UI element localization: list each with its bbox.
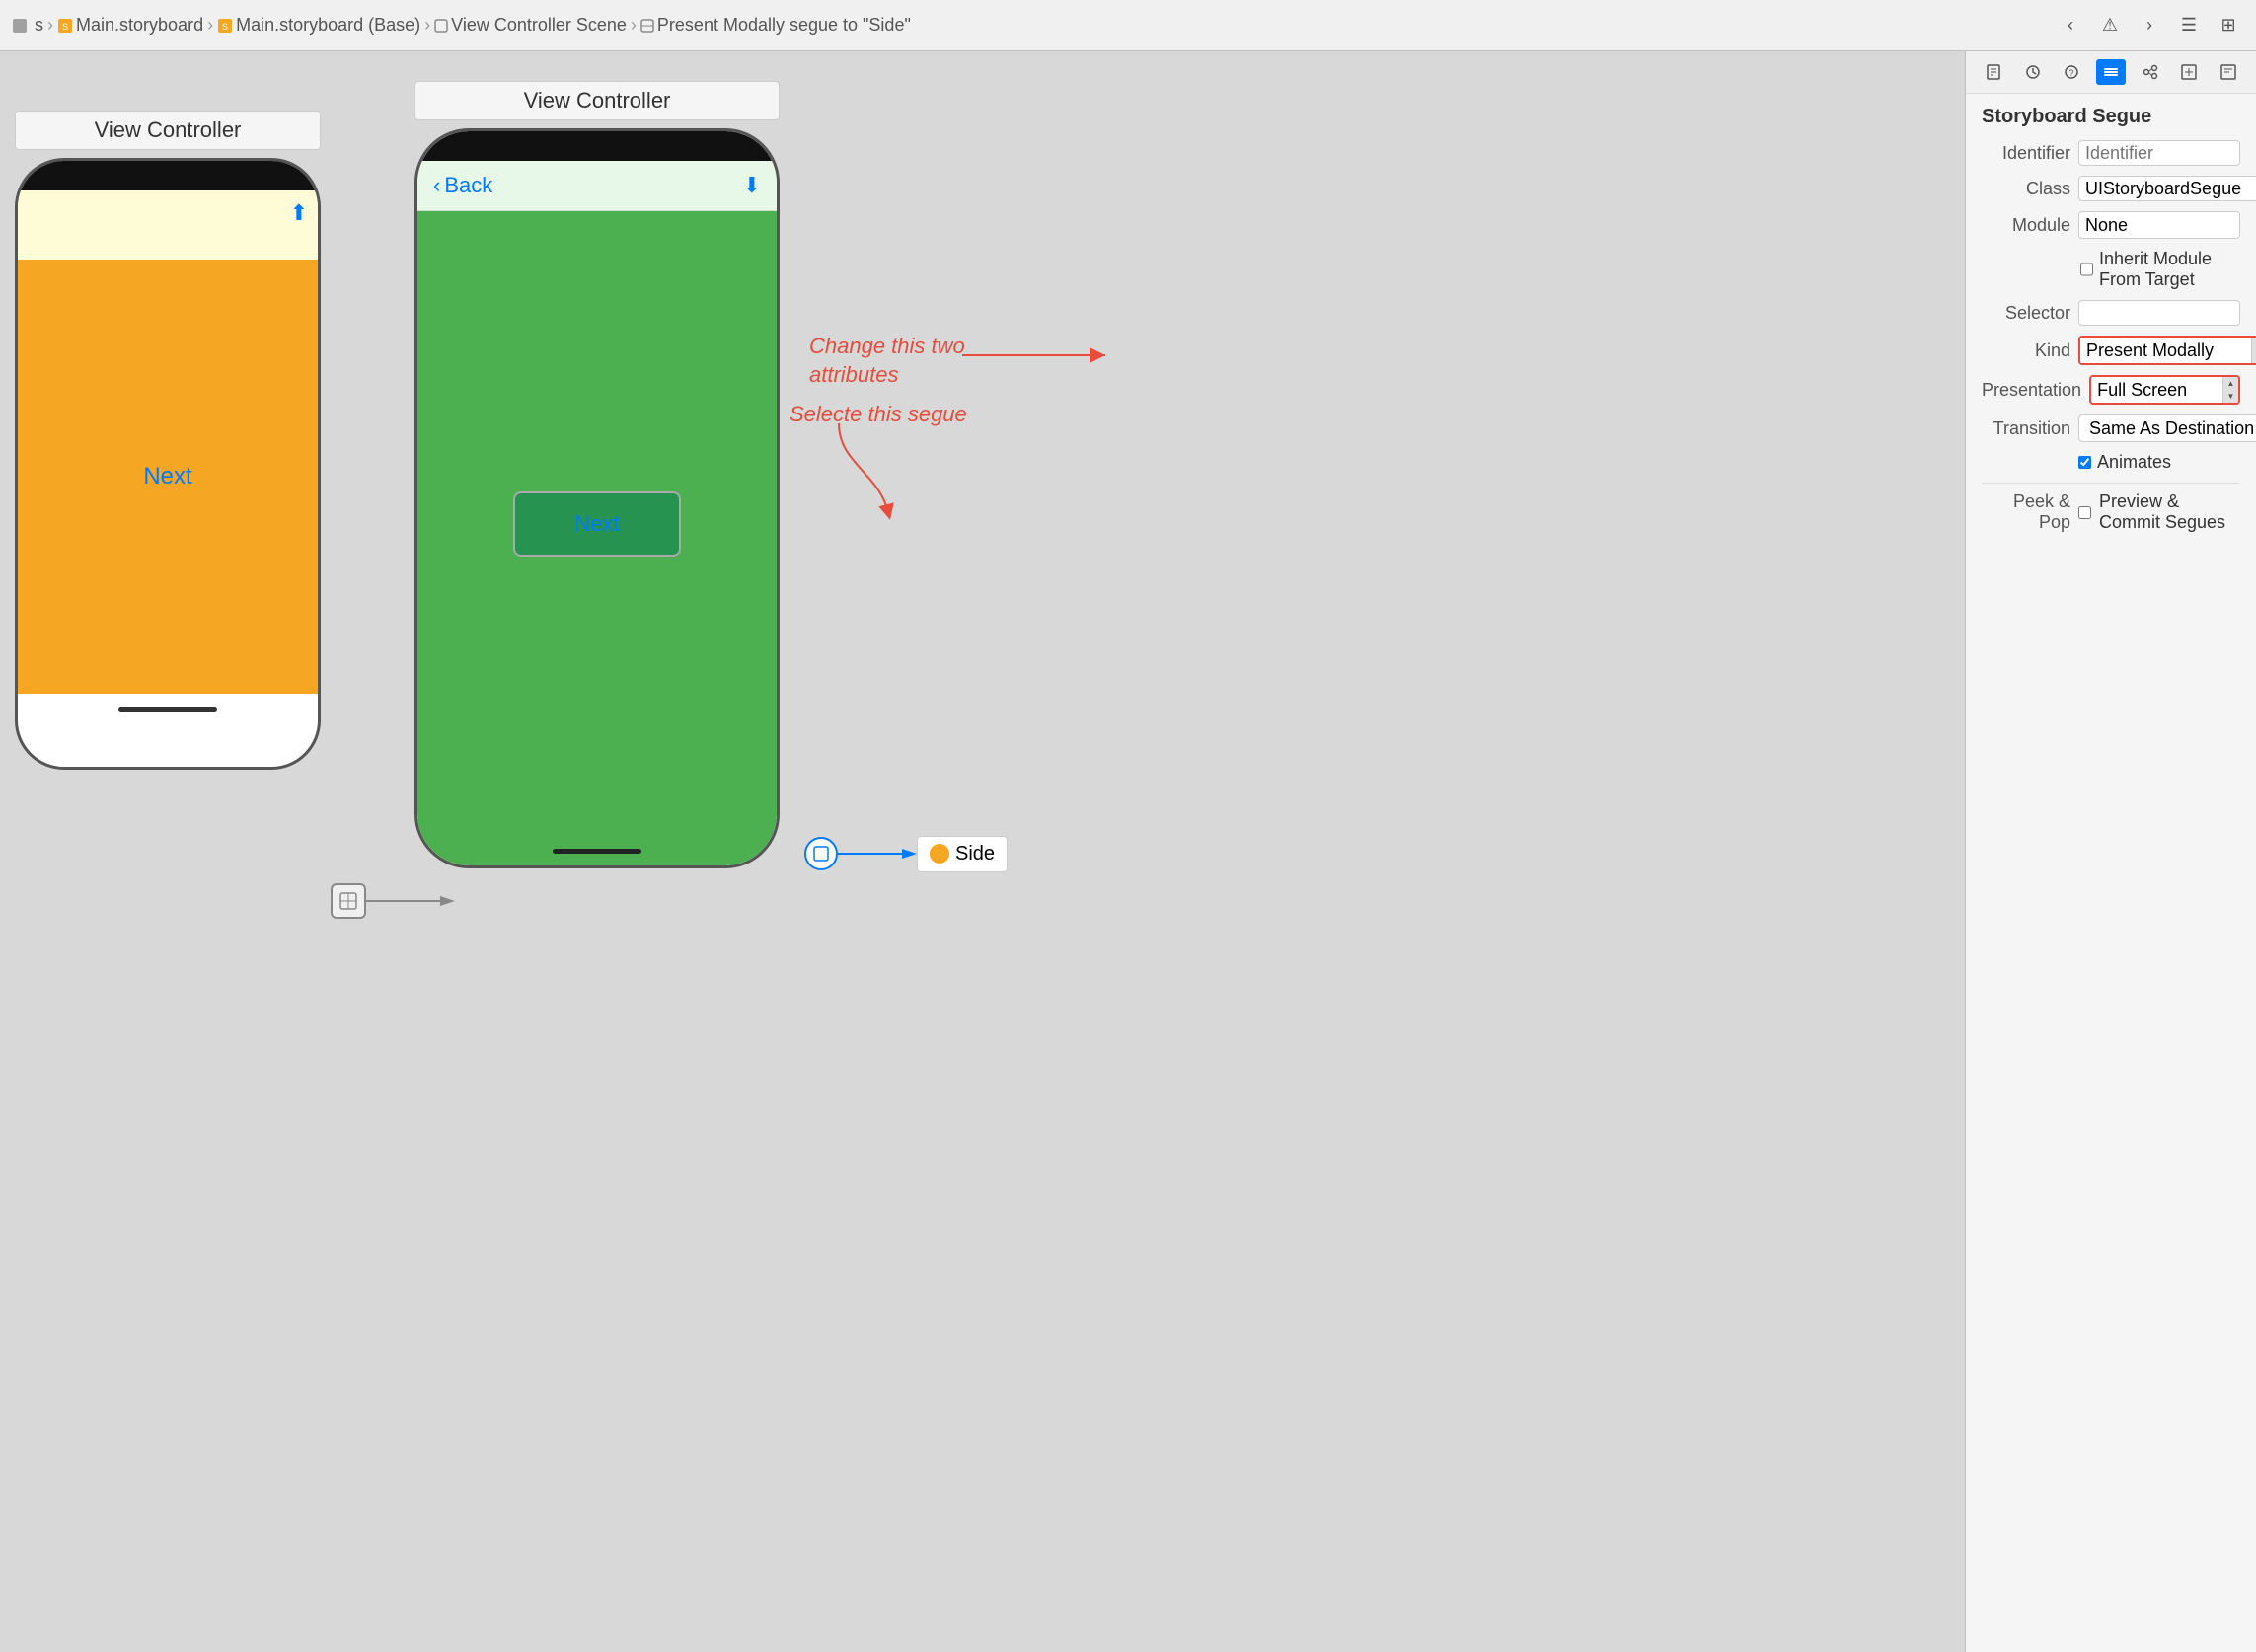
inherit-module-row: Inherit Module From Target xyxy=(1982,249,2240,290)
module-row: Module None xyxy=(1982,211,2240,239)
breadcrumb-sep-3: › xyxy=(631,15,637,36)
kind-select-wrapper: Present Modally Show Show Detail Present… xyxy=(2078,336,2256,365)
panel-content: Storyboard Segue Identifier Class ▲ ▼ xyxy=(1966,94,2256,1652)
segue-connector-1 xyxy=(331,883,455,919)
class-label: Class xyxy=(1982,179,2070,199)
forward-button[interactable]: › xyxy=(2134,12,2165,39)
identifier-label: Identifier xyxy=(1982,143,2070,164)
annotation-selecte: Selecte this segue xyxy=(790,402,967,427)
phone-1-orange: Next xyxy=(18,260,318,694)
side-label: Side xyxy=(955,843,995,865)
svg-text:?: ? xyxy=(2069,68,2074,78)
breadcrumb-sep-0: › xyxy=(47,15,53,36)
history-btn[interactable] xyxy=(2018,59,2048,85)
inherit-module-label[interactable]: Inherit Module From Target xyxy=(2099,249,2240,290)
annotation-change: Change this two attributes xyxy=(809,333,965,389)
module-select[interactable]: None xyxy=(2079,212,2239,238)
transition-row: Transition Same As Destination Cover Ver… xyxy=(1982,414,2240,442)
nav-right-icon: ⬇ xyxy=(743,173,761,198)
panel-button[interactable]: ⊞ xyxy=(2213,12,2244,39)
presentation-arrows: ▲ ▼ xyxy=(2222,377,2238,403)
presentation-label: Presentation xyxy=(1982,380,2081,401)
peek-label: Peek & Pop xyxy=(1982,491,2070,533)
kind-label: Kind xyxy=(1982,340,2070,361)
identifier-input[interactable] xyxy=(2078,140,2240,166)
back-btn: ‹ Back xyxy=(433,173,492,198)
right-panel: ? Storyboard Segue Identifier xyxy=(1965,51,2256,1652)
breadcrumb-item-3[interactable]: View Controller Scene xyxy=(434,15,627,36)
breadcrumb-sep-1: › xyxy=(207,15,213,36)
breadcrumb-item-4[interactable]: Present Modally segue to "Side" xyxy=(640,15,911,36)
phone-frame-2: ‹ Back ⬇ Next xyxy=(414,128,780,868)
annotation-arrow-2 xyxy=(829,423,908,522)
module-label: Module xyxy=(1982,215,2070,236)
next-text: Next xyxy=(143,463,191,490)
menu-button[interactable]: ☰ xyxy=(2173,12,2205,39)
kind-arrow-up[interactable]: ▲ xyxy=(2252,338,2256,350)
annotation-arrow-1 xyxy=(962,340,1120,370)
kind-select[interactable]: Present Modally Show Show Detail Present… xyxy=(2080,338,2251,363)
toolbar-right: ‹ ⚠ › ☰ ⊞ xyxy=(2055,12,2244,39)
phone-2-content: Next xyxy=(417,211,777,836)
breadcrumb-item-2[interactable]: S Main.storyboard (Base) xyxy=(217,15,420,36)
section-divider xyxy=(1982,483,2240,484)
identifier-row: Identifier xyxy=(1982,140,2240,166)
segue-connector-2: Side xyxy=(804,836,1008,872)
presentation-select[interactable]: Full Screen Automatic Page Sheet Form Sh… xyxy=(2091,377,2222,403)
animates-row: Animates xyxy=(1982,452,2240,473)
breadcrumb-sep-2: › xyxy=(424,15,430,36)
presentation-arrow-down[interactable]: ▼ xyxy=(2223,390,2238,403)
annotation-change-text: Change this two attributes xyxy=(809,333,965,389)
vc2-wrapper: View Controller ‹ Back ⬇ Next xyxy=(414,81,780,868)
breadcrumb-item-0[interactable]: s xyxy=(12,15,43,36)
back-button[interactable]: ‹ xyxy=(2055,12,2086,39)
peek-row: Peek & Pop Preview & Commit Segues xyxy=(1982,491,2240,533)
presentation-row: Presentation Full Screen Automatic Page … xyxy=(1982,375,2240,405)
class-input[interactable] xyxy=(2078,176,2256,201)
kind-arrows: ▲ ▼ xyxy=(2251,338,2256,363)
size-btn[interactable] xyxy=(2174,59,2204,85)
canvas-area[interactable]: View Controller ⬆ Next xyxy=(0,51,1965,1652)
presentation-arrow-up[interactable]: ▲ xyxy=(2223,377,2238,390)
animates-label[interactable]: Animates xyxy=(2097,452,2171,473)
attributes-btn[interactable] xyxy=(2096,59,2126,85)
help-btn[interactable]: ? xyxy=(2057,59,2086,85)
transition-label: Transition xyxy=(1982,418,2070,439)
transition-select[interactable]: Same As Destination Cover Vertical Flip … xyxy=(2079,415,2256,441)
share-icon: ⬆ xyxy=(290,200,308,250)
breadcrumb-item-1[interactable]: S Main.storyboard xyxy=(57,15,203,36)
vc1-label: View Controller xyxy=(15,111,321,150)
identity-btn[interactable] xyxy=(2214,59,2243,85)
selector-input[interactable] xyxy=(2078,300,2240,326)
next-button[interactable]: Next xyxy=(513,491,680,557)
class-row: Class ▲ ▼ xyxy=(1982,176,2240,201)
inherit-module-checkbox[interactable] xyxy=(2080,263,2093,276)
selector-label: Selector xyxy=(1982,303,2070,324)
svg-text:S: S xyxy=(62,22,68,32)
svg-text:S: S xyxy=(222,22,228,32)
file-inspector-btn[interactable] xyxy=(1979,59,2008,85)
vc1-wrapper: View Controller ⬆ Next xyxy=(15,111,321,770)
selector-row: Selector xyxy=(1982,300,2240,326)
presentation-select-wrapper: Full Screen Automatic Page Sheet Form Sh… xyxy=(2089,375,2240,405)
main-layout: View Controller ⬆ Next xyxy=(0,51,2256,1652)
side-badge: Side xyxy=(917,836,1008,872)
preview-label[interactable]: Preview & Commit Segues xyxy=(2099,491,2240,533)
connections-btn[interactable] xyxy=(2136,59,2165,85)
warning-button[interactable]: ⚠ xyxy=(2094,12,2126,39)
phone-2-nav: ‹ Back ⬇ xyxy=(417,161,777,211)
vc2-label: View Controller xyxy=(414,81,780,120)
peek-checkbox[interactable] xyxy=(2078,506,2091,519)
breadcrumb: s › S Main.storyboard › S Main.storyboar… xyxy=(12,15,911,36)
toolbar: s › S Main.storyboard › S Main.storyboar… xyxy=(0,0,2256,51)
kind-row: Kind Present Modally Show Show Detail Pr… xyxy=(1982,336,2240,365)
animates-checkbox[interactable] xyxy=(2078,456,2091,469)
panel-title: Storyboard Segue xyxy=(1982,106,2240,128)
phone-frame-1: ⬆ Next xyxy=(15,158,321,770)
kind-arrow-down[interactable]: ▼ xyxy=(2252,350,2256,363)
